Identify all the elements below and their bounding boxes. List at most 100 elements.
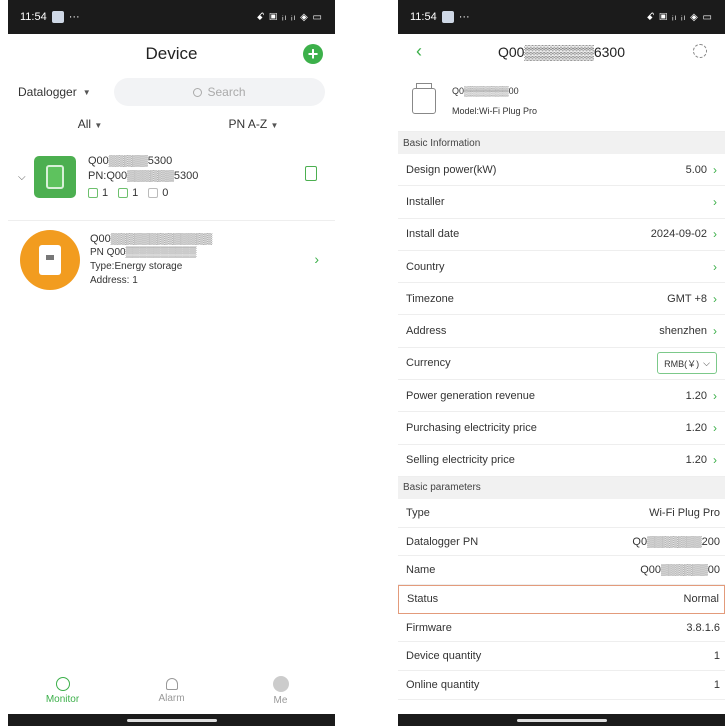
tab-me[interactable]: Me [226, 670, 335, 712]
row-value: 1.20 [685, 389, 707, 402]
offline-devices-icon [148, 188, 159, 198]
sort-pn-dropdown[interactable]: PN A-Z ▼ [172, 117, 335, 131]
bell-icon [165, 678, 178, 690]
row-label: Status [407, 593, 439, 606]
status-more: ··· [68, 11, 80, 23]
back-icon[interactable]: ‹ [416, 41, 422, 62]
row-value: 1.20 [685, 422, 707, 435]
tab-monitor[interactable]: Monitor [8, 670, 117, 712]
device-list-item[interactable]: Q00▒▒▒▒▒▒▒▒▒▒▒▒▒ PN Q00▒▒▒▒▒▒▒▒▒▒ Type:E… [8, 221, 335, 299]
row-selling-electricity-price[interactable]: Selling electricity price 1.20 › [398, 445, 725, 477]
row-value: 3.8.1.6 [686, 621, 720, 634]
caret-down-icon: ▼ [82, 87, 91, 97]
tab-alarm[interactable]: Alarm [117, 670, 226, 712]
device-pn: PN Q00▒▒▒▒▒▒▒▒▒▒ [90, 247, 197, 258]
filter-all-label: All [77, 117, 92, 131]
user-icon [272, 676, 289, 692]
row-label: Timezone [406, 292, 454, 305]
online-devices-icon [118, 188, 129, 198]
row-device-quantity: Device quantity 1 [398, 642, 725, 672]
offline-count: 0 [162, 186, 169, 199]
datalogger-image [34, 156, 76, 198]
row-install-date[interactable]: Install date 2024-09-02 › [398, 219, 725, 251]
caret-down-icon: ▼ [94, 121, 103, 130]
row-label: Installer [406, 195, 445, 208]
tab-monitor-label: Monitor [45, 694, 80, 705]
row-firmware: Firmware 3.8.1.6 [398, 614, 725, 643]
status-more: ··· [458, 11, 470, 23]
sort-bar: All ▼ PN A-Z ▼ [8, 110, 335, 138]
page-title: Device [145, 44, 198, 63]
datalogger-item[interactable]: ⌵ Q00▒▒▒▒▒5300 PN:Q00▒▒▒▒▒▒5300 1 1 0 [8, 144, 335, 210]
row-value: 2024-09-02 [650, 228, 707, 241]
row-value: 1 [713, 650, 720, 663]
row-value: Wi-Fi Plug Pro [649, 506, 720, 519]
status-indicators: ꗃ ▣ ᵢₗ ᵢₗ ◈ ▭ [256, 11, 323, 23]
chevron-right-icon: › [713, 259, 717, 274]
row-label: Currency [406, 357, 451, 370]
monitor-icon [55, 677, 70, 691]
chevron-right-icon: › [713, 291, 717, 306]
row-label: Selling electricity price [406, 454, 515, 467]
device-pn: Q0▒▒▒▒▒▒▒00 [452, 85, 519, 96]
home-indicator [398, 714, 725, 726]
chevron-down-icon[interactable]: ⌵ [18, 172, 34, 183]
chevron-right-icon: › [713, 453, 717, 468]
row-label: Country [406, 260, 445, 273]
row-purchasing-electricity-price[interactable]: Purchasing electricity price 1.20 › [398, 412, 725, 445]
row-value-wrap: › [707, 260, 717, 274]
row-currency[interactable]: Currency RMB(￥) ⌵ [398, 348, 725, 381]
datalogger-pn: PN:Q00▒▒▒▒▒▒5300 [88, 169, 199, 182]
currency-value: RMB(￥) [664, 358, 700, 369]
status-bar: 11:54 ··· ꗃ ▣ ᵢₗ ᵢₗ ◈ ▭ [398, 0, 725, 34]
device-counts: 1 1 0 [88, 186, 198, 201]
row-value-wrap: 5.00 › [686, 163, 717, 177]
row-label: Design power(kW) [406, 163, 497, 176]
datalogger-dropdown[interactable]: Datalogger ▼ [18, 85, 106, 99]
page-header: ‹ Q00▒▒▒▒▒▒▒6300 [398, 34, 725, 70]
datalogger-info: Q00▒▒▒▒▒5300 PN:Q00▒▒▒▒▒▒5300 1 1 0 [88, 154, 198, 201]
device-card: Q0▒▒▒▒▒▒▒00 Model:Wi-Fi Plug Pro [398, 70, 725, 132]
caret-down-icon: ▼ [270, 121, 279, 130]
row-country[interactable]: Country › [398, 251, 725, 284]
row-name: Name Q00▒▒▒▒▒▒00 [398, 556, 725, 586]
page-title: Q00▒▒▒▒▒▒▒6300 [497, 44, 626, 60]
home-indicator [8, 714, 335, 726]
row-value: Q00▒▒▒▒▒▒00 [640, 564, 720, 577]
basic-parameters-list: Type Wi-Fi Plug Pro Datalogger PN Q0▒▒▒▒▒▒▒… [398, 499, 725, 700]
datalogger-label: Datalogger [18, 85, 77, 99]
row-value-wrap: shenzhen › [659, 324, 717, 338]
section-basic-parameters: Basic parameters [398, 476, 725, 499]
row-type: Type Wi-Fi Plug Pro [398, 499, 725, 528]
chevron-right-icon: › [713, 194, 717, 209]
row-label: Device quantity [406, 650, 482, 663]
datalogger-name: Q00▒▒▒▒▒5300 [88, 154, 173, 167]
chevron-right-icon: › [713, 324, 717, 339]
page-header: Device + [8, 34, 335, 74]
search-input[interactable]: Search [114, 78, 325, 106]
currency-select[interactable]: RMB(￥) ⌵ [657, 352, 717, 375]
add-device-icon[interactable]: + [303, 44, 323, 64]
chevron-right-icon: › [713, 388, 717, 403]
total-count: 1 [102, 186, 109, 199]
chevron-right-icon[interactable]: › [314, 251, 319, 267]
row-value: 1.20 [685, 454, 707, 467]
sort-pn-label: PN A-Z [228, 117, 268, 131]
row-timezone[interactable]: Timezone GMT +8 › [398, 283, 725, 316]
row-installer[interactable]: Installer › [398, 186, 725, 219]
row-value-wrap: RMB(￥) ⌵ [657, 352, 717, 375]
status-time: 11:54 [410, 11, 437, 23]
row-value-wrap: › [707, 195, 717, 209]
row-status: Status Normal [398, 585, 725, 614]
row-power-generation-revenue[interactable]: Power generation revenue 1.20 › [398, 380, 725, 413]
row-online-quantity: Online quantity 1 [398, 671, 725, 700]
chevron-down-icon: ⌵ [703, 357, 710, 368]
row-address[interactable]: Address shenzhen › [398, 315, 725, 348]
row-design-power-kw[interactable]: Design power(kW) 5.00 › [398, 154, 725, 187]
row-value: 5.00 [685, 163, 707, 176]
total-devices-icon [88, 188, 98, 198]
chevron-right-icon: › [713, 162, 717, 177]
filter-all-dropdown[interactable]: All ▼ [8, 117, 172, 131]
gear-icon[interactable] [693, 44, 707, 58]
document-icon[interactable] [305, 166, 317, 181]
